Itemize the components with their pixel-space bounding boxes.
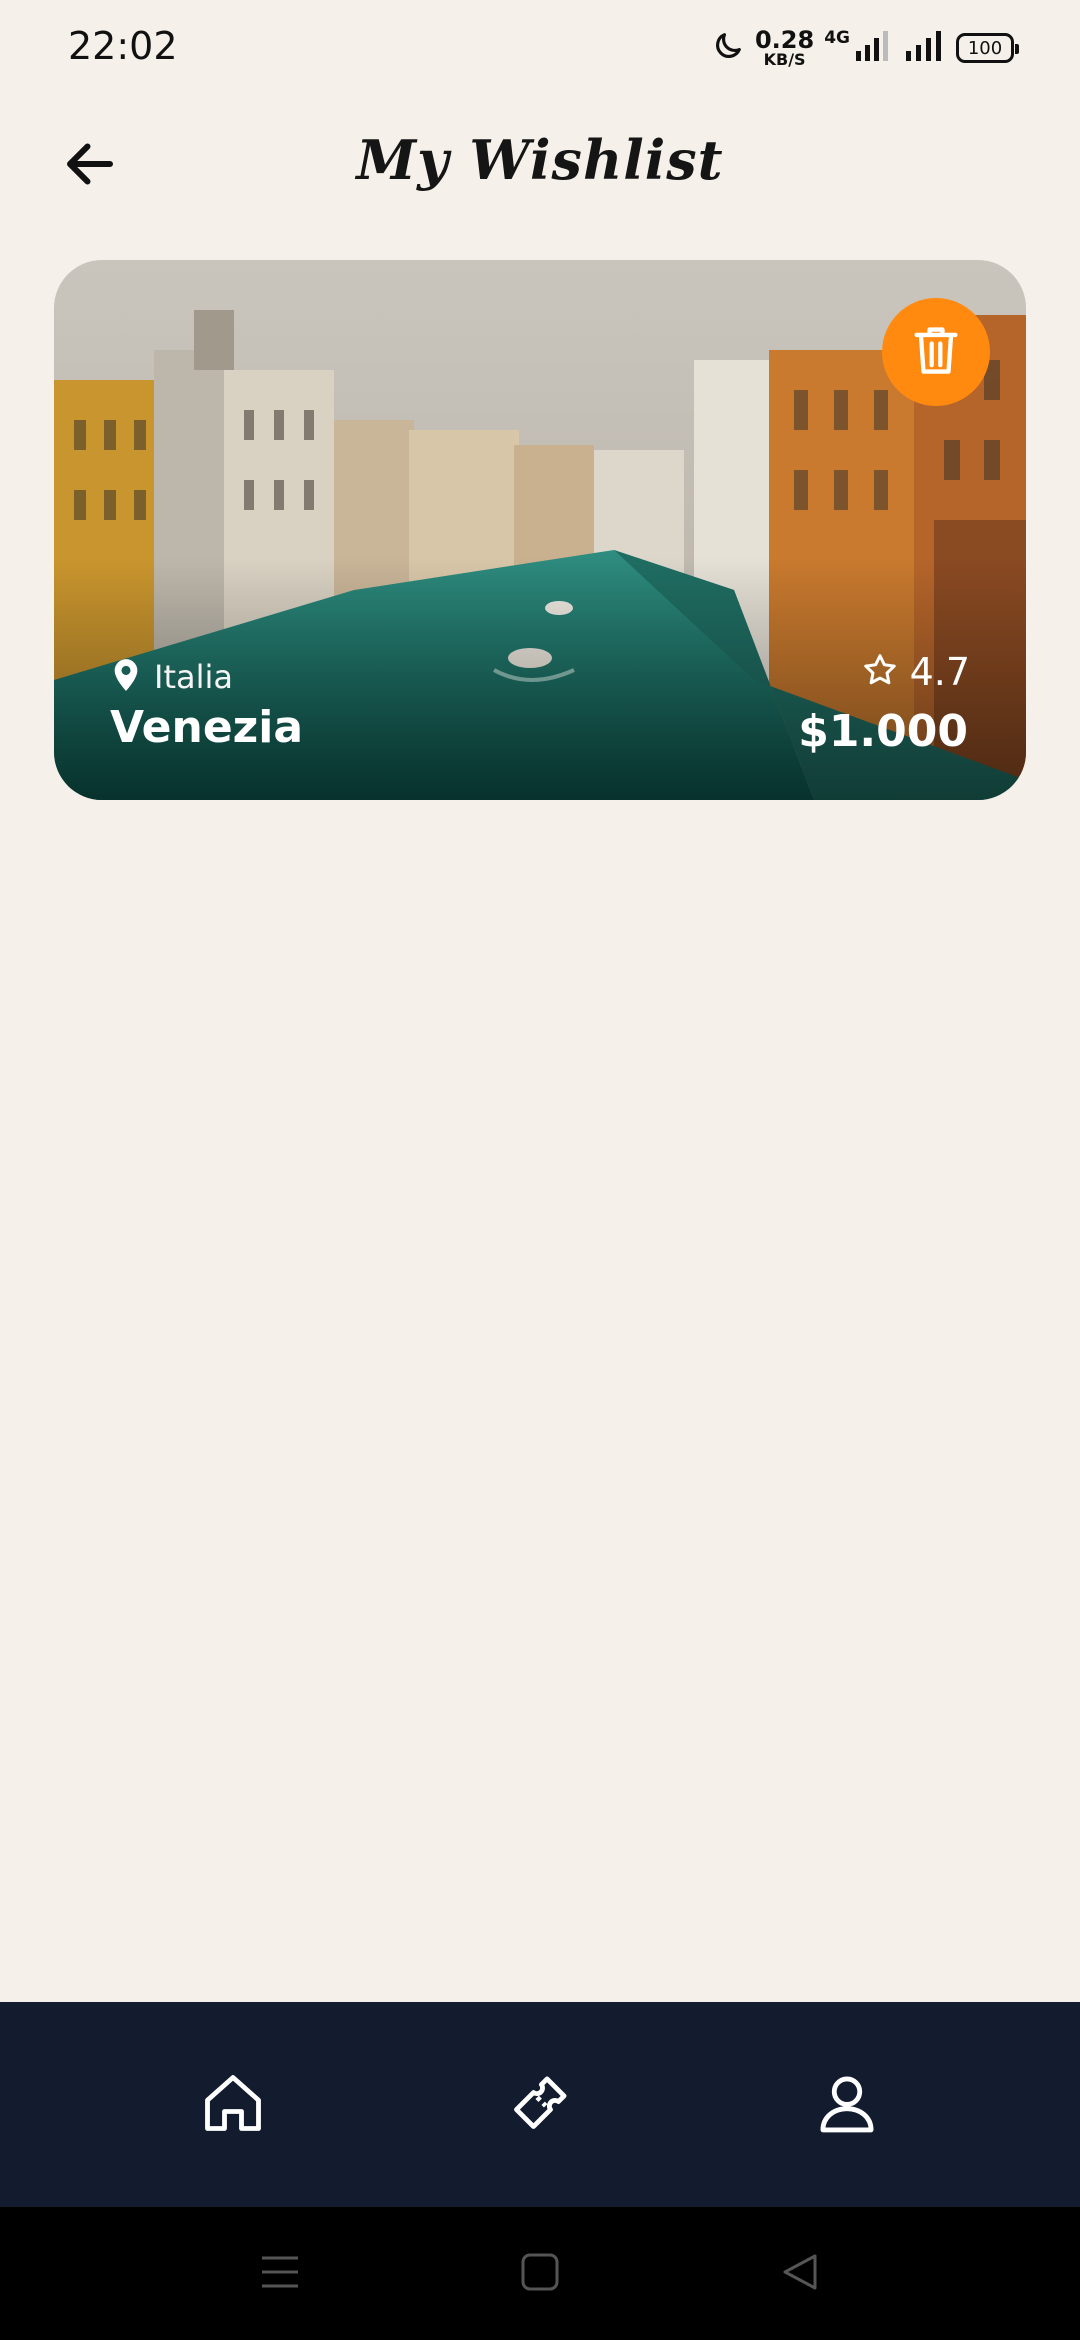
status-icons: 0.28 KB/S 4G 100 — [711, 26, 1019, 70]
menu-icon — [260, 2254, 300, 2294]
nav-profile[interactable] — [797, 2055, 897, 2155]
location-row: Italia — [112, 658, 233, 696]
system-navigation — [0, 2207, 1080, 2340]
wishlist-card[interactable]: Italia Venezia 4.7 $1.000 — [54, 260, 1026, 800]
map-pin-icon — [112, 658, 140, 696]
bottom-navigation — [0, 2002, 1080, 2207]
network-type: 4G — [824, 28, 850, 48]
moon-icon — [711, 29, 745, 67]
nav-tickets[interactable] — [490, 2055, 590, 2155]
rating: 4.7 — [862, 650, 970, 694]
status-time: 22:02 — [68, 24, 178, 68]
trash-icon — [910, 322, 962, 382]
star-outline-icon — [862, 652, 898, 692]
header: My Wishlist — [0, 110, 1080, 220]
network-speed: 0.28 KB/S — [754, 26, 815, 69]
user-icon — [813, 2069, 881, 2141]
back-system-button[interactable] — [775, 2249, 825, 2299]
battery-indicator: 100 — [956, 33, 1019, 63]
city-label: Venezia — [110, 702, 304, 753]
triangle-back-icon — [782, 2253, 818, 2295]
rating-value: 4.7 — [909, 650, 970, 694]
wishlist-screen: 22:02 0.28 KB/S 4G 100 My Wishlist Itali… — [0, 0, 1080, 2340]
ticket-icon — [506, 2069, 574, 2141]
price-label: $1.000 — [798, 706, 968, 757]
home-system-button[interactable] — [515, 2249, 565, 2299]
nav-home[interactable] — [183, 2055, 283, 2155]
home-icon — [199, 2069, 267, 2141]
signal-icon-2 — [904, 29, 946, 67]
square-icon — [521, 2253, 559, 2295]
page-title: My Wishlist — [356, 128, 724, 192]
recent-apps-button[interactable] — [255, 2249, 305, 2299]
country-label: Italia — [154, 658, 233, 696]
delete-button[interactable] — [882, 298, 990, 406]
signal-icon — [854, 29, 894, 67]
status-bar: 22:02 0.28 KB/S 4G 100 — [0, 0, 1080, 96]
